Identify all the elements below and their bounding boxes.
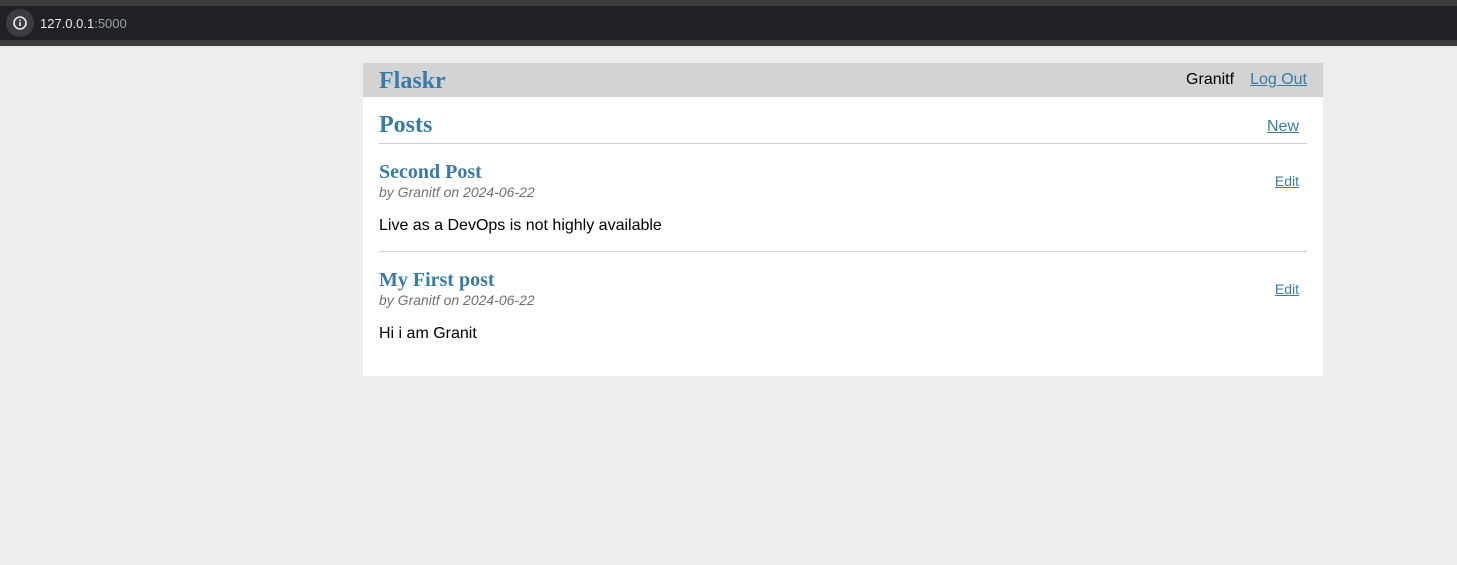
post-meta: by Granitf on 2024-06-22 [379,292,535,308]
new-post-link[interactable]: New [1267,118,1299,136]
browser-bottom-strip [0,40,1457,46]
url-port: :5000 [94,15,127,31]
nav-username: Granitf [1186,71,1235,88]
main-content: Posts New Second Post by Granitf on 2024… [363,97,1323,376]
post-body: Live as a DevOps is not highly available [379,217,662,234]
address-bar-inner[interactable]: 127.0.0.1:5000 [4,6,1457,40]
post-meta: by Granitf on 2024-06-22 [379,184,535,200]
post-title: My First post [379,269,495,291]
page-container: Flaskr Granitf Log Out Posts New Second … [363,63,1323,376]
url-host: 127.0.0.1 [40,15,95,31]
edit-post-link[interactable]: Edit [1275,281,1299,297]
address-bar[interactable]: 127.0.0.1:5000 [0,6,1457,40]
brand-title[interactable]: Flaskr [379,68,1186,95]
post-body: Hi i am Granit [379,325,477,342]
content-header: Posts New [379,97,1307,144]
post-title: Second Post [379,161,482,183]
info-icon[interactable] [6,9,34,37]
post-item: Second Post by Granitf on 2024-06-22 Edi… [379,144,1307,236]
logout-link[interactable]: Log Out [1250,71,1307,89]
page-title: Posts [379,112,433,138]
edit-post-link[interactable]: Edit [1275,173,1299,189]
post-item: My First post by Granitf on 2024-06-22 E… [379,252,1307,360]
top-nav: Flaskr Granitf Log Out [363,63,1323,97]
url-text[interactable]: 127.0.0.1:5000 [40,16,127,31]
